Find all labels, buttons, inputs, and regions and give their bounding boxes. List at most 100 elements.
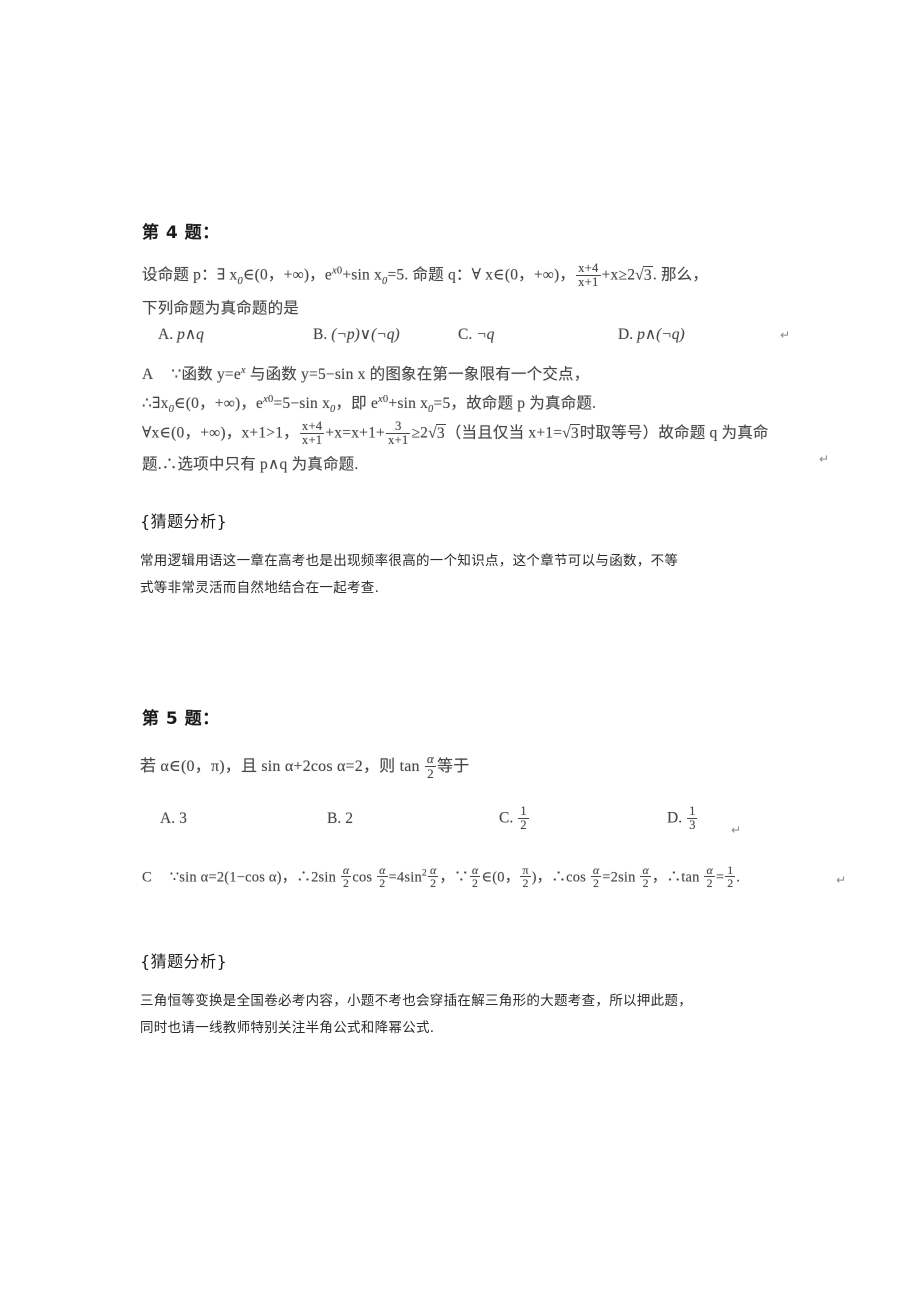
- q5-option-c[interactable]: C. 1 2: [499, 804, 667, 833]
- q4-sol-seg-2: 与函数 y=5−sin x 的图象在第一象限有一个交点，: [245, 366, 590, 383]
- q4-sol2-seg-4: ，即 e: [335, 395, 379, 412]
- q4-sol-frac2-num: 3: [385, 419, 411, 435]
- q4-stmt-seg-6: . 那么，: [652, 266, 709, 284]
- q5-analysis-line-1: 三角恒等变换是全国卷必考内容，小题不考也会穿插在解三角形的大题考查，所以押此题，: [140, 993, 692, 1009]
- q5-option-a[interactable]: A. 3: [160, 810, 327, 828]
- q5-option-c-num: 1: [518, 804, 529, 820]
- q5-sol-seg-6: )，∴cos: [531, 869, 590, 886]
- question-5-analysis-heading: {猜题分析}: [140, 952, 228, 971]
- q5-fraction-alpha-2: α2: [424, 751, 437, 781]
- q4-fraction-numerator: x+4: [576, 261, 601, 277]
- q5-frac-num: α: [424, 751, 437, 767]
- q5-option-a-letter: A.: [160, 809, 176, 827]
- q5-option-d-letter: D.: [667, 809, 683, 827]
- q4-option-d-letter: D.: [618, 326, 634, 343]
- question-4-analysis-body: 常用逻辑用语这一章在高考也是出现频率很高的一个知识点，这个章节可以与函数，不等 …: [140, 548, 840, 602]
- question-5-solution: C ∵sin α=2(1−cos α)，∴2sin α 2 cos α 2 =4sin2 α…: [142, 864, 740, 890]
- q4-sol-frac1-den: x+1: [301, 433, 323, 448]
- q5-sol-frac-7: α2: [704, 863, 715, 891]
- q4-analysis-line-1: 常用逻辑用语这一章在高考也是出现频率很高的一个知识点，这个章节可以与函数，不等: [140, 553, 679, 569]
- q5-sol-seg-2: cos: [352, 869, 377, 886]
- q5-analysis-line-2: 同时也请一线教师特别关注半角公式和降幂公式.: [140, 1020, 435, 1036]
- q5-frac-den: 2: [427, 765, 434, 781]
- question-5-statement: 若 α∈(0，π)，且 sin α+2cos α=2，则 tan α 2 等于: [140, 752, 469, 781]
- question-4-heading: 第 4 题：: [142, 223, 220, 243]
- q4-option-a-text: p∧q: [177, 326, 204, 343]
- q4-option-a-letter: A.: [158, 326, 174, 343]
- q5-sol-seg-7: =2sin: [602, 869, 640, 886]
- q5-sol-frac-2: α2: [377, 863, 388, 891]
- q4-sol-frac1-num: x+4: [299, 419, 325, 435]
- return-mark-q4-options: ↵: [780, 328, 791, 342]
- q4-option-b-letter: B.: [313, 326, 328, 343]
- q5-sol-frac-4: α2: [469, 863, 481, 891]
- q4-option-c-letter: C.: [458, 326, 473, 343]
- q5-sol-seg-10: .: [736, 869, 741, 886]
- q4-option-d[interactable]: D. p∧(¬q): [618, 325, 685, 344]
- question-4-solution-line-2: ∴∃x0∈(0，+∞)，ex0=5−sin x0，即 ex0+sin x0=5，…: [142, 393, 597, 416]
- q4-sol2-seg-1: ∴∃x: [142, 395, 169, 412]
- question-4-statement-line-1: 设命题 p：∃ x0∈(0，+∞)，ex0+sin x0=5. 命题 q：∀ x…: [142, 261, 709, 290]
- q4-analysis-line-2: 式等非常灵活而自然地结合在一起考查.: [140, 580, 380, 596]
- q5-option-b-letter: B.: [327, 809, 342, 827]
- q4-sol3-seg-4: （当且仅当 x+1=: [445, 424, 563, 442]
- question-5-heading: 第 5 题：: [142, 709, 220, 729]
- q4-fraction-x4-x1: x+4 x+1: [576, 261, 601, 290]
- q4-answer-letter: A: [142, 366, 154, 383]
- q5-sol-seg-1: ∵sin α=2(1−cos α)，∴2sin: [169, 869, 340, 886]
- question-4-solution-line-1: A ∵函数 y=ex 与函数 y=5−sin x 的图象在第一象限有一个交点，: [142, 364, 590, 383]
- q4-fraction-denominator: x+1: [578, 275, 599, 290]
- q5-stmt-seg-2: 等于: [437, 758, 470, 775]
- q5-sol-exponent: 2: [421, 867, 428, 879]
- q5-option-b[interactable]: B. 2: [327, 810, 499, 828]
- q4-option-b-text: (¬p)∨(¬q): [331, 326, 400, 343]
- q5-option-a-text: 3: [179, 809, 187, 827]
- q5-sol-frac-5: α2: [590, 863, 602, 891]
- q5-option-d[interactable]: D. 1 3: [667, 804, 698, 833]
- q4-sol3-seg-1: ∀x∈(0，+∞)，x+1>1，: [142, 424, 299, 442]
- q4-sol-frac2-den: x+1: [387, 433, 409, 448]
- q4-option-c-text: ¬q: [476, 326, 495, 343]
- q5-answer-letter: C: [142, 869, 152, 886]
- q5-sol-seg-5: ∈(0，: [481, 869, 520, 886]
- q4-stmt-seg-3: +sin x: [342, 266, 382, 284]
- q4-option-b[interactable]: B. (¬p)∨(¬q): [313, 325, 458, 344]
- q4-sol-fraction-3-x1: 3 x+1: [385, 419, 411, 448]
- question-4-statement-line-2: 下列命题为真命题的是: [142, 300, 300, 317]
- q4-sol3-seg-5: 时取等号）故命题 q 为真命: [579, 424, 769, 442]
- q5-option-b-text: 2: [345, 809, 353, 827]
- q5-sol-seg-3: =4sin: [388, 869, 422, 886]
- q5-sol-frac-pi: π2: [520, 863, 531, 891]
- q4-option-c[interactable]: C. ¬q: [458, 326, 618, 344]
- q5-sol-frac-6: α2: [640, 863, 651, 891]
- q4-option-a[interactable]: A. p∧q: [158, 325, 313, 344]
- q5-stmt-seg-1: 若 α∈(0，π)，且 sin α+2cos α=2，则 tan: [140, 758, 424, 775]
- q4-stmt-seg-4: =5. 命题 q：∀ x∈(0，+∞)，: [387, 266, 576, 284]
- q4-sol-radicand-2: 3: [569, 423, 580, 442]
- q5-sol-seg-4: ，∵: [439, 869, 469, 886]
- question-4-solution-line-4: 题.∴选项中只有 p∧q 为真命题.: [142, 456, 359, 473]
- q4-stmt-seg-5: +x≥2: [601, 266, 636, 284]
- q4-sol2-seg-2: ∈(0，+∞)，e: [174, 395, 264, 412]
- q5-option-c-letter: C.: [499, 809, 514, 827]
- question-4-options: A. p∧q B. (¬p)∨(¬q) C. ¬q D. p∧(¬q): [158, 325, 685, 344]
- question-4-solution-line-3: ∀x∈(0，+∞)，x+1>1， x+4 x+1 +x=x+1+ 3 x+1 ≥2√3（当且…: [142, 419, 769, 448]
- q4-sol3-seg-2: +x=x+1+: [325, 424, 385, 442]
- q4-radicand: 3: [642, 265, 653, 284]
- question-5-analysis-body: 三角恒等变换是全国卷必考内容，小题不考也会穿插在解三角形的大题考查，所以押此题，…: [140, 988, 845, 1042]
- q5-option-d-fraction: 13: [687, 804, 698, 833]
- q4-sol-radicand-1: 3: [435, 423, 446, 442]
- q5-sol-seg-8: ，∴tan: [651, 869, 704, 886]
- question-4-analysis-heading: {猜题分析}: [140, 512, 228, 531]
- q5-option-d-den: 3: [689, 818, 696, 833]
- q5-option-c-fraction: 12: [518, 804, 529, 833]
- q4-stmt-seg-1: 设命题 p：∃ x: [142, 266, 238, 284]
- q5-option-c-den: 2: [520, 818, 527, 833]
- return-mark-q5-options: ↵: [731, 823, 742, 837]
- q4-sol3-seg-3: ≥2: [411, 424, 429, 442]
- q4-sol-fraction-x4-x1: x+4 x+1: [299, 419, 325, 448]
- return-mark-q5-solution: ↵: [836, 873, 847, 887]
- question-5-options: A. 3 B. 2 C. 1 2 D. 1 3: [160, 804, 698, 833]
- document-page: 第 4 题： 设命题 p：∃ x0∈(0，+∞)，ex0+sin x0=5. 命…: [0, 0, 920, 1302]
- q4-sol2-seg-5: +sin x: [388, 395, 429, 412]
